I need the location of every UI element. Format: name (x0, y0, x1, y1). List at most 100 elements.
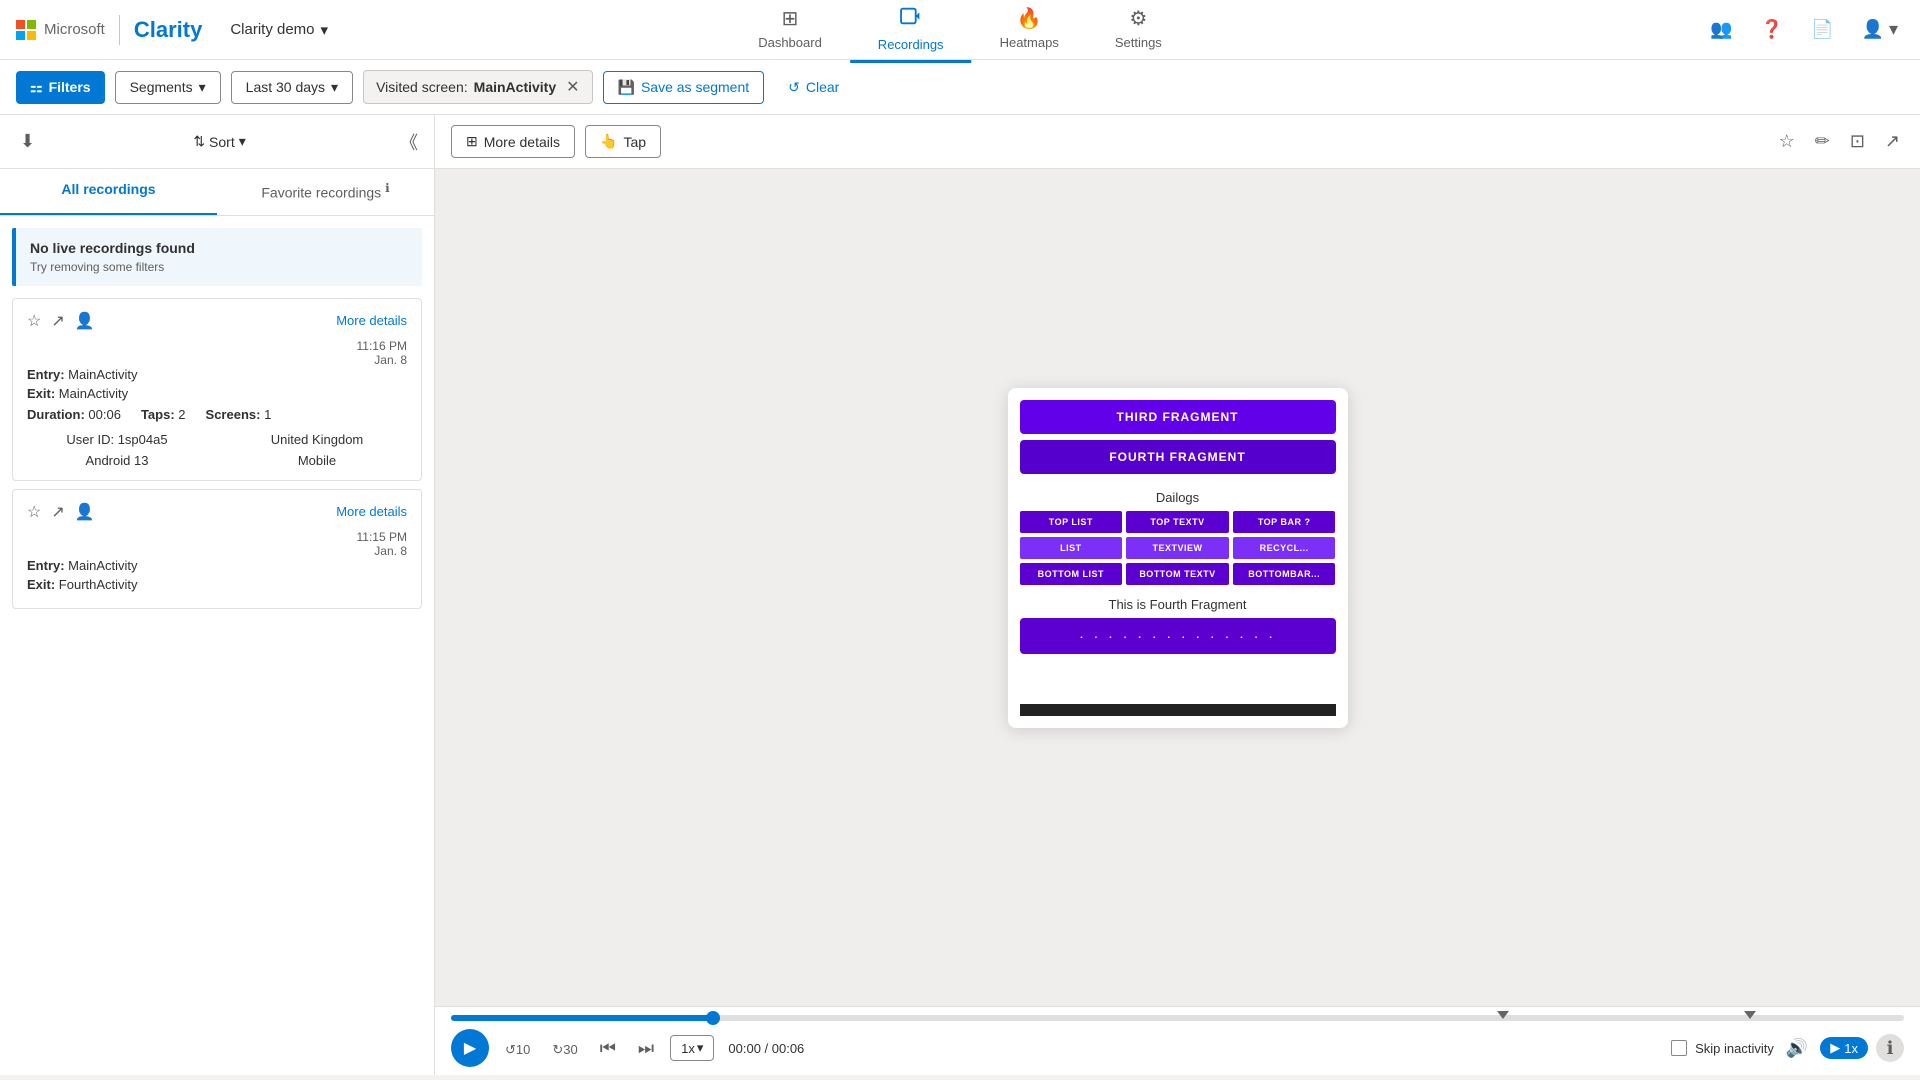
star-toolbar-icon[interactable]: ☆ (1775, 127, 1799, 156)
dialog-btn-8[interactable]: BOTTOMBAR... (1233, 563, 1336, 585)
dialog-btn-1[interactable]: TOP TEXTV (1126, 511, 1229, 533)
next-button[interactable]: ⏭ (632, 1034, 660, 1063)
user-icon-2[interactable]: 👤 (75, 502, 95, 522)
sort-icon: ⇅ (193, 133, 205, 150)
filter-icon: ⚏ (30, 79, 43, 96)
exit-label-1: Exit: (27, 386, 59, 401)
left-panel: ⬇ ⇅ Sort ▾ 《 All recordings Favorite rec… (0, 115, 435, 1075)
top-nav: Microsoft Clarity Clarity demo ▾ ⊞ Dashb… (0, 0, 1920, 60)
no-recordings-subtitle: Try removing some filters (30, 260, 408, 274)
dialog-btn-0[interactable]: TOP LIST (1020, 511, 1123, 533)
date-dropdown-icon: ▾ (331, 79, 338, 96)
volume-button[interactable]: 🔊 (1782, 1034, 1812, 1063)
recording-card-1[interactable]: ☆ ↗ 👤 More details 11:16 PM Jan. 8 Entry… (12, 298, 422, 481)
recording-card-2[interactable]: ☆ ↗ 👤 More details 11:15 PM Jan. 8 Entry… (12, 489, 422, 609)
dialog-btn-6[interactable]: BOTTOM LIST (1020, 563, 1123, 585)
nav-item-dashboard[interactable]: ⊞ Dashboard (730, 0, 850, 61)
recording-1-entry: Entry: MainActivity (27, 367, 407, 382)
sort-label: Sort (209, 134, 235, 150)
recording-1-exit: Exit: MainActivity (27, 386, 407, 401)
playback-bar: ▶ ↺10 ↻30 ⏮ ⏭ 1x ▾ 00:00 / 00:06 Skip in… (435, 1006, 1920, 1075)
fourth-fragment-btn[interactable]: FOURTH FRAGMENT (1020, 440, 1336, 474)
exit-value-2: FourthActivity (59, 577, 138, 592)
users-icon[interactable]: 👥 (1704, 13, 1738, 46)
nav-item-settings[interactable]: ⚙ Settings (1087, 0, 1190, 61)
recordings-list: No live recordings found Try removing so… (0, 216, 434, 1075)
skip-inactivity-control: Skip inactivity 🔊 ▶ 1x ℹ (1671, 1034, 1904, 1063)
favorite-icon-2[interactable]: ☆ (27, 502, 41, 522)
favorite-info-icon[interactable]: ℹ (385, 181, 390, 195)
recording-1-details: User ID: 1sp04a5 United Kingdom Android … (27, 432, 407, 468)
play-button[interactable]: ▶ (451, 1029, 489, 1067)
edit-toolbar-icon[interactable]: ⊡ (1846, 127, 1869, 156)
share-icon-1[interactable]: ↗ (51, 311, 64, 331)
filter-bar: ⚏ Filters Segments ▾ Last 30 days ▾ Visi… (0, 60, 1920, 115)
tab-favorite-recordings[interactable]: Favorite recordings ℹ (217, 169, 434, 215)
more-details-link-2[interactable]: More details (336, 504, 407, 519)
nav-item-heatmaps[interactable]: 🔥 Heatmaps (972, 0, 1087, 61)
download-button[interactable]: ⬇ (16, 127, 39, 156)
share-toolbar-icon[interactable]: ↗ (1881, 127, 1904, 156)
entry-value-2: MainActivity (68, 558, 137, 573)
save-segment-button[interactable]: 💾 Save as segment (603, 71, 765, 104)
timeline-thumb[interactable] (706, 1011, 720, 1025)
nav-divider (119, 15, 120, 45)
more-details-link-1[interactable]: More details (336, 313, 407, 328)
left-panel-toolbar: ⬇ ⇅ Sort ▾ 《 (0, 115, 434, 169)
filters-button[interactable]: ⚏ Filters (16, 71, 105, 104)
save-segment-icon: 💾 (618, 79, 635, 96)
entry-label-2: Entry: (27, 558, 68, 573)
sort-button[interactable]: ⇅ Sort ▾ (185, 129, 253, 154)
right-toolbar-icons: ☆ ✏ ⊡ ↗ (1775, 127, 1904, 156)
dialog-btn-3[interactable]: LIST (1020, 537, 1123, 559)
segments-button[interactable]: Segments ▾ (115, 71, 221, 104)
clear-button[interactable]: ↺ Clear (774, 72, 853, 103)
user-icon-1[interactable]: 👤 (75, 311, 95, 331)
speed-value: 1x (681, 1041, 695, 1056)
visited-screen-label: Visited screen: (376, 79, 468, 95)
speed-dropdown-icon: ▾ (697, 1040, 704, 1056)
help-icon[interactable]: ❓ (1755, 13, 1789, 46)
timeline-track[interactable] (451, 1015, 1904, 1021)
tab-all-recordings[interactable]: All recordings (0, 169, 217, 215)
dialog-btn-2[interactable]: TOP BAR ? (1233, 511, 1336, 533)
time-display: 00:00 / 00:06 (728, 1041, 804, 1056)
phone-content: THIRD FRAGMENT FOURTH FRAGMENT Dailogs T… (1008, 388, 1348, 728)
os-1: Android 13 (27, 453, 207, 468)
draw-toolbar-icon[interactable]: ✏ (1811, 127, 1834, 156)
main-layout: ⬇ ⇅ Sort ▾ 《 All recordings Favorite rec… (0, 115, 1920, 1075)
controls-row: ▶ ↺10 ↻30 ⏮ ⏭ 1x ▾ 00:00 / 00:06 Skip in… (451, 1029, 1904, 1067)
document-icon[interactable]: 📄 (1805, 13, 1839, 46)
share-icon-2[interactable]: ↗ (51, 502, 64, 522)
collapse-button[interactable]: 《 (400, 129, 418, 155)
black-bar (1020, 704, 1336, 716)
dialogs-label: Dailogs (1020, 490, 1336, 505)
project-selector[interactable]: Clarity demo ▾ (222, 17, 336, 43)
account-icon[interactable]: 👤 ▾ (1856, 13, 1904, 46)
sort-dropdown-icon: ▾ (239, 133, 246, 150)
nav-item-recordings[interactable]: Recordings (850, 0, 972, 63)
rewind-10-button[interactable]: ↺10 (499, 1034, 536, 1063)
entry-value-1: MainActivity (68, 367, 137, 382)
filters-label: Filters (49, 79, 91, 95)
dialog-btn-7[interactable]: BOTTOM TEXTV (1126, 563, 1229, 585)
forward-30-button[interactable]: ↻30 (546, 1034, 583, 1063)
tap-button[interactable]: 👆 Tap (585, 125, 661, 158)
speed-button[interactable]: 1x ▾ (670, 1035, 714, 1061)
info-button[interactable]: ℹ (1876, 1034, 1904, 1062)
date-button[interactable]: Last 30 days ▾ (231, 71, 353, 104)
remove-filter-button[interactable]: ✕ (566, 77, 579, 97)
favorite-recordings-label: Favorite recordings (261, 185, 381, 201)
recording-2-entry: Entry: MainActivity (27, 558, 407, 573)
more-details-button[interactable]: ⊞ More details (451, 125, 575, 158)
progress-dots: · · · · · · · · · · · · · · (1079, 628, 1276, 644)
skip-inactivity-checkbox[interactable] (1671, 1040, 1687, 1056)
recording-card-2-actions: ☆ ↗ 👤 (27, 502, 95, 522)
favorite-icon-1[interactable]: ☆ (27, 311, 41, 331)
dialog-btn-5[interactable]: RECYCL... (1233, 537, 1336, 559)
recording-2-exit: Exit: FourthActivity (27, 577, 407, 592)
dialog-btn-4[interactable]: TEXTVIEW (1126, 537, 1229, 559)
third-fragment-btn[interactable]: THIRD FRAGMENT (1020, 400, 1336, 434)
save-segment-label: Save as segment (641, 79, 749, 95)
prev-button[interactable]: ⏮ (594, 1034, 622, 1063)
